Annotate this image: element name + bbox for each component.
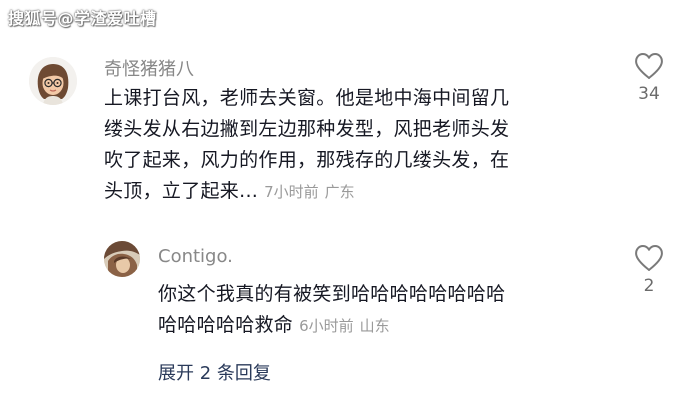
- comment-meta: 7小时前 广东: [264, 183, 355, 201]
- reply-location: 山东: [359, 317, 390, 335]
- comment-line: 吹了起来，风力的作用，那残存的几缕头发，在: [104, 149, 510, 171]
- reply-like-count: 2: [643, 276, 655, 296]
- heart-icon: [635, 245, 663, 271]
- memoji-avatar-icon: [29, 57, 77, 105]
- comment-line-last: 头顶，立了起来... 7小时前 广东: [104, 176, 614, 208]
- comment-line-text: 头顶，立了起来...: [104, 180, 259, 202]
- commenter-avatar[interactable]: [29, 57, 77, 105]
- reply-username[interactable]: Contigo.: [158, 246, 233, 267]
- comment-like-button[interactable]: 34: [629, 52, 669, 104]
- reply-time: 6小时前: [299, 317, 354, 335]
- comment-line: 上课打台风，老师去关窗。他是地中海中间留几: [104, 87, 510, 109]
- reply-line: 你这个我真的有被笑到哈哈哈哈哈哈哈哈: [158, 283, 506, 305]
- reply-line-text: 哈哈哈哈哈救命: [158, 314, 294, 336]
- comment-location: 广东: [324, 183, 355, 201]
- reply-avatar[interactable]: [104, 241, 140, 277]
- heart-icon: [635, 53, 663, 79]
- reply-meta: 6小时前 山东: [299, 317, 390, 335]
- photo-avatar-icon: [104, 241, 140, 277]
- watermark: 搜狐号@学渣爱吐槽: [8, 9, 157, 28]
- reply-line-last: 哈哈哈哈哈救命 6小时前 山东: [158, 310, 618, 342]
- expand-replies-link[interactable]: 展开 2 条回复: [158, 359, 271, 385]
- reply-body: 你这个我真的有被笑到哈哈哈哈哈哈哈哈 哈哈哈哈哈救命 6小时前 山东: [158, 279, 618, 342]
- commenter-username[interactable]: 奇怪猪猪八: [104, 55, 194, 81]
- comment-line: 缕头发从右边撇到左边那种发型，风把老师头发: [104, 118, 510, 140]
- reply-like-button[interactable]: 2: [629, 244, 669, 296]
- comment-time: 7小时前: [264, 183, 319, 201]
- comment-like-count: 34: [638, 84, 660, 104]
- comment-body: 上课打台风，老师去关窗。他是地中海中间留几 缕头发从右边撇到左边那种发型，风把老…: [104, 83, 614, 208]
